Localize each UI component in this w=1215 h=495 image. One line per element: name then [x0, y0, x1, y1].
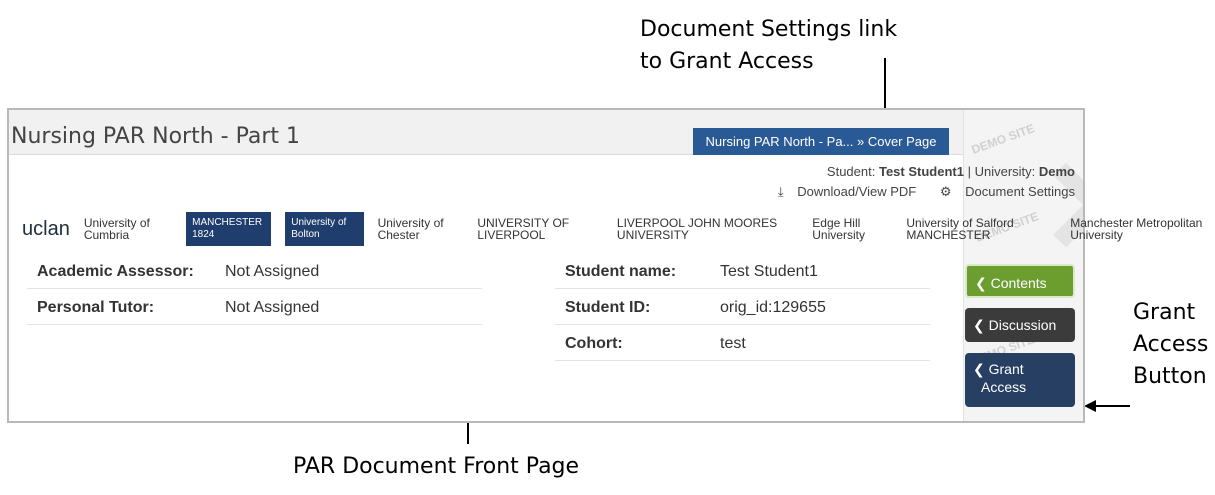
- logo-ljmu: LIVERPOOL JOHN MOORES UNIVERSITY: [616, 216, 778, 242]
- student-info: Student: Test Student1 | University: Dem…: [827, 164, 1075, 179]
- logo-liverpool: UNIVERSITY OF LIVERPOOL: [477, 216, 570, 242]
- field-value: Test Student1: [720, 263, 818, 280]
- download-link[interactable]: ⤓ Download/View PDF: [768, 184, 916, 199]
- annotation-arrow-grant: [1096, 405, 1130, 407]
- student-name: Test Student1: [878, 164, 964, 179]
- gear-icon: ⚙: [939, 184, 952, 199]
- grant-label-line1: Grant: [988, 361, 1024, 377]
- annotation-settings: Document Settings link to Grant Access: [640, 14, 897, 78]
- chevron-left-icon: ❮: [973, 361, 985, 377]
- field-label: Personal Tutor:: [37, 299, 155, 316]
- annotation-grant: Grant Access Button: [1133, 297, 1208, 393]
- logo-bolton: University of Bolton: [285, 212, 364, 246]
- field-row: Student name: Test Student1: [555, 253, 930, 289]
- field-label: Student name:: [565, 263, 677, 280]
- student-label: Student:: [826, 164, 879, 179]
- page-title: Nursing PAR North - Part 1: [11, 124, 300, 149]
- field-row: Personal Tutor: Not Assigned: [27, 289, 482, 325]
- contents-button[interactable]: ❮ Contents: [965, 264, 1075, 298]
- document-settings-link[interactable]: ⚙ Document Settings: [930, 184, 1075, 199]
- field-label: Academic Assessor:: [37, 263, 194, 280]
- logo-cumbria: University of Cumbria: [83, 216, 150, 242]
- annotation-grant-line3: Button: [1133, 363, 1207, 389]
- field-value: test: [720, 335, 746, 352]
- logo-manchester: MANCHESTER 1824: [186, 212, 272, 246]
- field-label: Student ID:: [565, 299, 651, 316]
- download-icon: ⤓: [777, 184, 784, 199]
- download-label: Download/View PDF: [797, 184, 917, 199]
- chevron-left-icon: ❮: [973, 317, 985, 333]
- university-name: Demo: [1038, 164, 1075, 179]
- university-label: University:: [974, 164, 1039, 179]
- field-value: Not Assigned: [225, 263, 320, 280]
- discussion-label: Discussion: [988, 317, 1057, 333]
- logo-salford: University of Salford MANCHESTER: [906, 216, 1014, 242]
- field-row: Student ID: orig_id:129655: [555, 289, 930, 325]
- logo-mmu: Manchester Metropolitan University: [1070, 216, 1203, 242]
- field-value: Not Assigned: [225, 299, 320, 316]
- logo-edge-hill: Edge Hill University: [812, 216, 865, 242]
- field-label: Cohort:: [565, 335, 623, 352]
- contents-label: Contents: [990, 275, 1047, 291]
- logo-chester: University of Chester: [377, 216, 444, 242]
- field-row: Academic Assessor: Not Assigned: [27, 253, 482, 289]
- field-value: orig_id:129655: [720, 299, 826, 316]
- annotation-front-page: PAR Document Front Page: [293, 454, 580, 479]
- document-links: ⤓ Download/View PDF ⚙ Document Settings: [758, 184, 1075, 200]
- arrowhead-grant: [1084, 400, 1096, 412]
- chevron-left-icon: ❮: [975, 275, 987, 291]
- separator: |: [963, 164, 975, 179]
- discussion-button[interactable]: ❮ Discussion: [965, 308, 1075, 342]
- annotation-grant-line1: Grant: [1133, 300, 1196, 325]
- title-bar: Nursing PAR North - Part 1 Nursing PAR N…: [9, 110, 963, 155]
- field-row: Cohort: test: [555, 325, 930, 361]
- breadcrumb[interactable]: Nursing PAR North - Pa... » Cover Page: [693, 128, 949, 155]
- watermark: DEMO SITE: [969, 121, 1037, 157]
- settings-label: Document Settings: [965, 184, 1075, 199]
- university-logos: uclan University of Cumbria MANCHESTER 1…: [22, 212, 1215, 246]
- annotation-grant-line2: Access: [1133, 331, 1209, 357]
- grant-access-button[interactable]: ❮ Grant Access: [965, 353, 1075, 407]
- logo-uclan: uclan: [22, 218, 70, 240]
- grant-label-line2: Access: [981, 379, 1027, 395]
- annotation-settings-line2: to Grant Access: [640, 48, 814, 74]
- annotation-settings-line1: Document Settings link: [640, 17, 898, 42]
